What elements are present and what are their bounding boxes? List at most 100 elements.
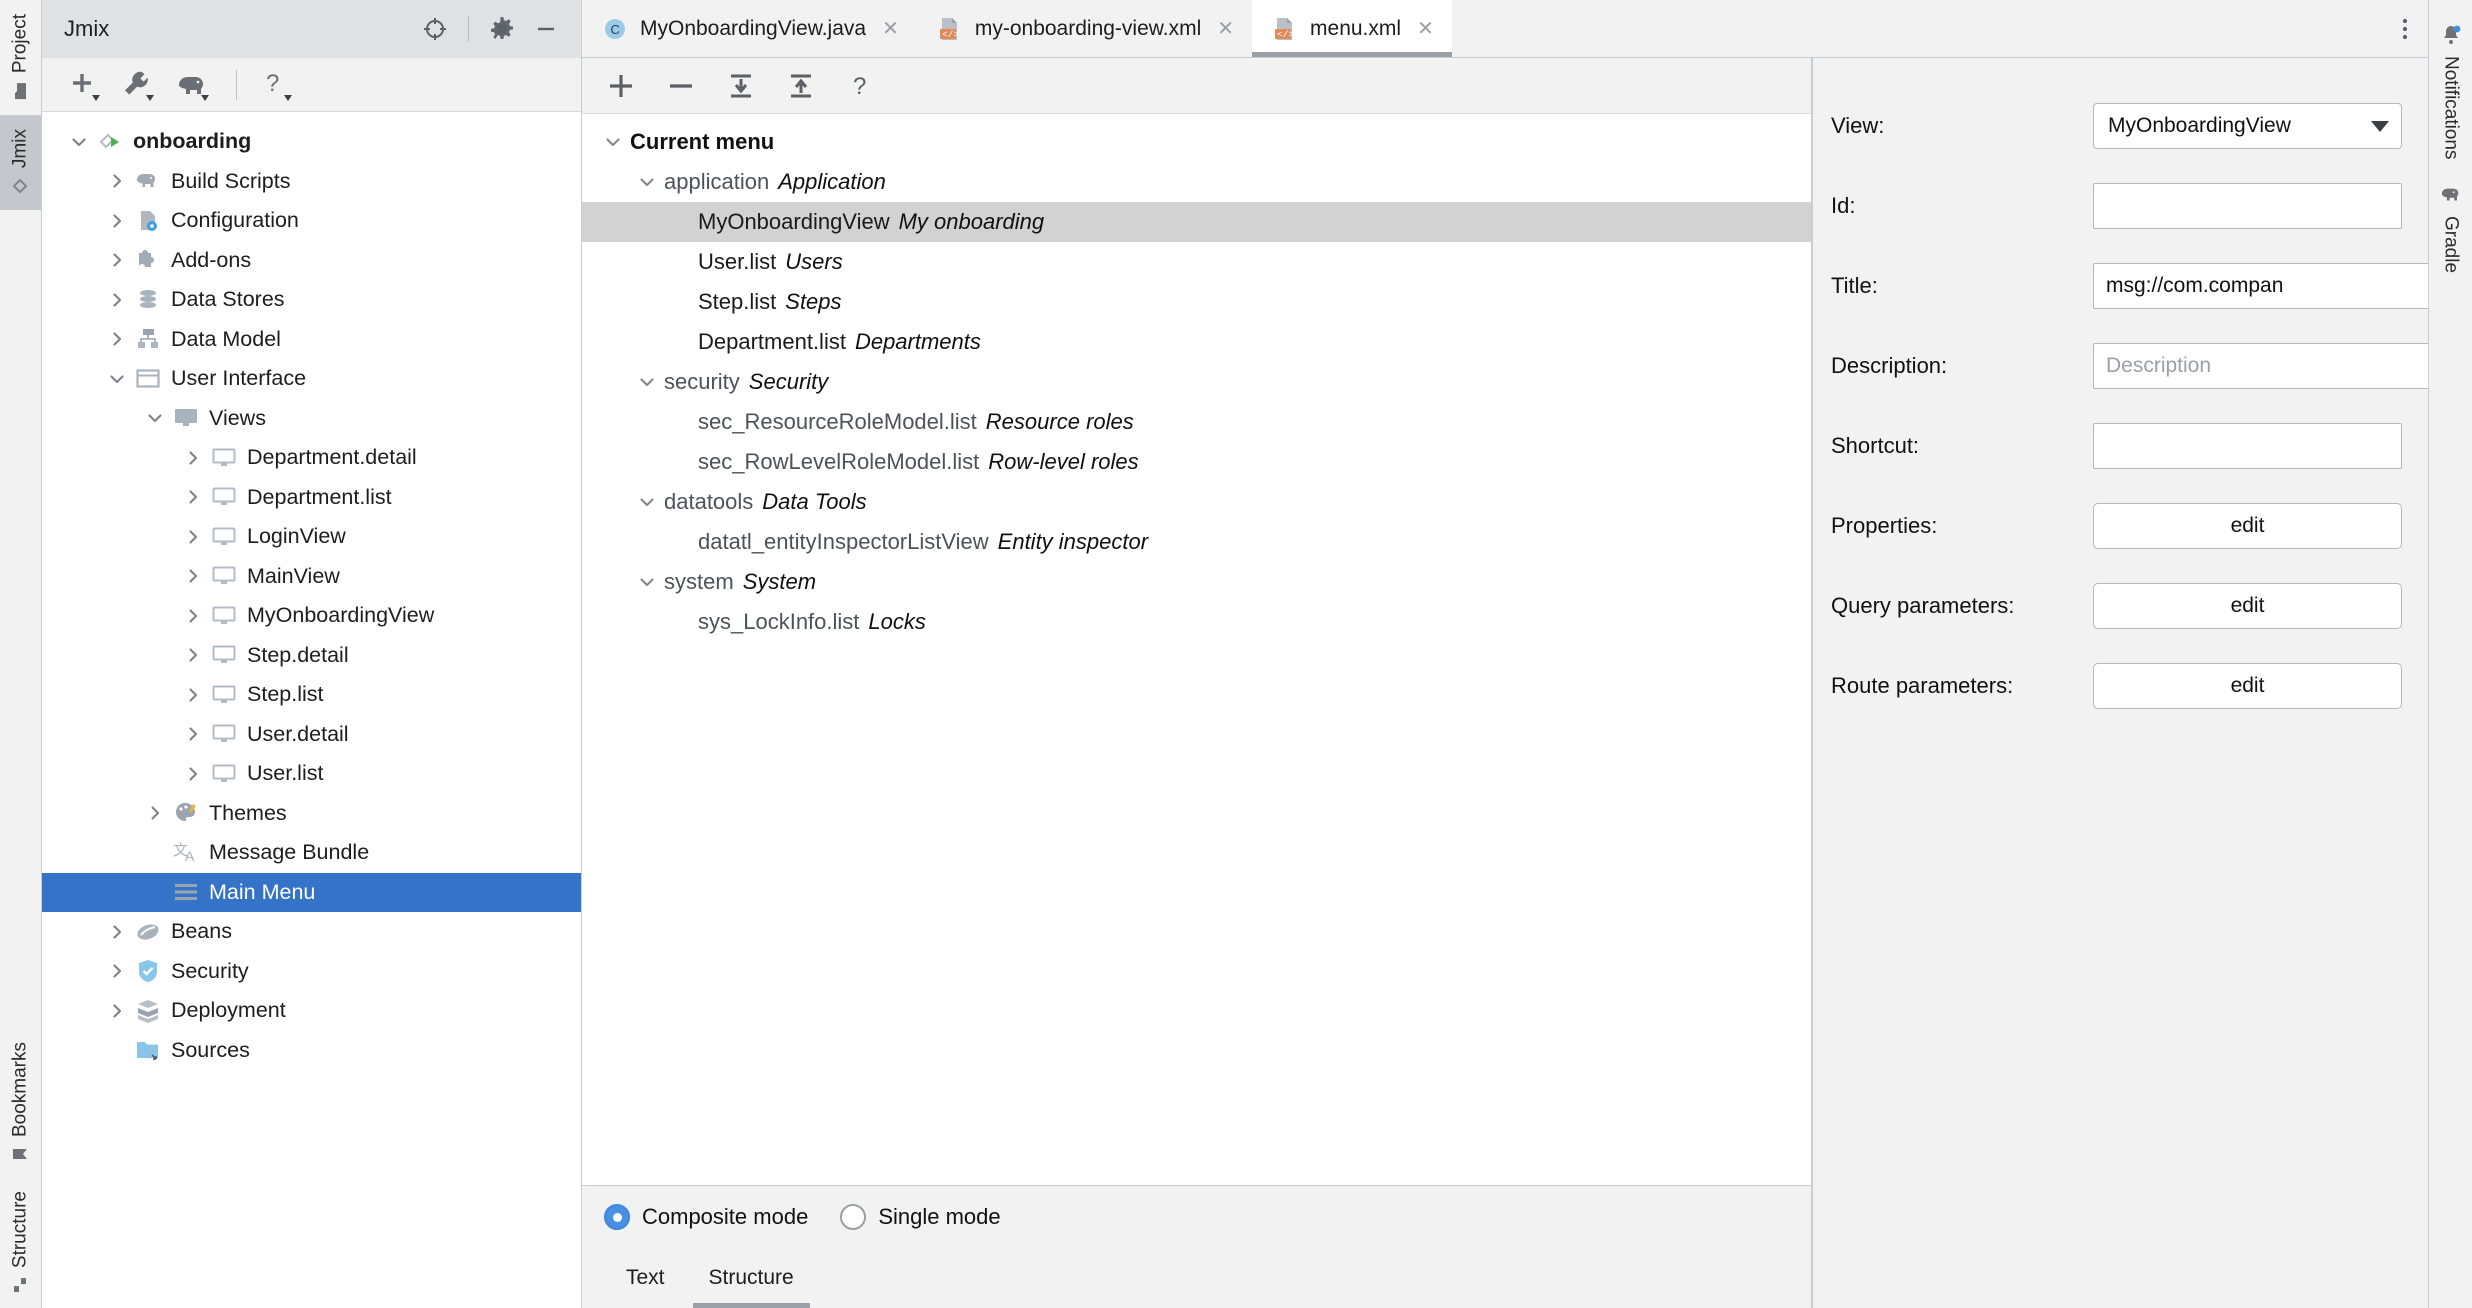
project-tree-item-beans[interactable]: Beans <box>42 912 581 952</box>
query-parameters-edit-button[interactable]: edit <box>2093 583 2402 629</box>
project-tree-item-sources[interactable]: Sources <box>42 1031 581 1071</box>
gradle-elephant-icon[interactable] <box>174 67 214 103</box>
move-down-icon[interactable] <box>724 69 758 103</box>
chevron-down-icon[interactable] <box>630 373 664 391</box>
project-tree-item-message-bundle[interactable]: 文AMessage Bundle <box>42 833 581 873</box>
chevron-right-icon[interactable] <box>102 172 132 190</box>
title-input[interactable]: msg://com.compan <box>2093 263 2431 309</box>
chevron-right-icon[interactable] <box>102 251 132 269</box>
menu-tree-item-sec-resourcerolemodel-list[interactable]: sec_ResourceRoleModel.listResource roles <box>582 402 1811 442</box>
description-input[interactable]: Description <box>2093 343 2431 389</box>
jmix-project-tree[interactable]: onboardingBuild ScriptsConfigurationAdd-… <box>42 112 581 1308</box>
stripe-item-bookmarks[interactable]: Bookmarks <box>0 1028 41 1177</box>
menu-tree-item-system[interactable]: systemSystem <box>582 562 1811 602</box>
locate-icon[interactable] <box>418 12 452 46</box>
gear-icon[interactable] <box>485 12 519 46</box>
project-tree-item-mainview[interactable]: MainView <box>42 557 581 597</box>
stripe-item-gradle[interactable]: Gradle <box>2440 172 2462 285</box>
chevron-right-icon[interactable] <box>102 291 132 309</box>
stripe-item-project[interactable]: Project <box>0 0 41 115</box>
project-tree-item-myonboardingview[interactable]: MyOnboardingView <box>42 596 581 636</box>
menu-tree-item-step-list[interactable]: Step.listSteps <box>582 282 1811 322</box>
menu-tree-item-security[interactable]: securitySecurity <box>582 362 1811 402</box>
add-icon[interactable] <box>604 69 638 103</box>
chevron-right-icon[interactable] <box>178 686 208 704</box>
project-tree-item-user-detail[interactable]: User.detail <box>42 715 581 755</box>
project-tree-item-loginview[interactable]: LoginView <box>42 517 581 557</box>
chevron-right-icon[interactable] <box>102 330 132 348</box>
close-icon[interactable]: ✕ <box>882 16 899 41</box>
chevron-right-icon[interactable] <box>178 488 208 506</box>
tab-text[interactable]: Text <box>604 1248 687 1308</box>
editor-tab-my-onboarding-view-xml[interactable]: </>my-onboarding-view.xml✕ <box>917 0 1252 57</box>
chevron-right-icon[interactable] <box>178 607 208 625</box>
chevron-down-icon[interactable] <box>140 409 170 427</box>
chevron-down-icon[interactable] <box>64 133 94 151</box>
stripe-item-jmix[interactable]: Jmix <box>0 115 41 210</box>
chevron-right-icon[interactable] <box>102 962 132 980</box>
editor-tab-myonboardingview-java[interactable]: CMyOnboardingView.java✕ <box>582 0 917 57</box>
project-tree-item-add-ons[interactable]: Add-ons <box>42 241 581 281</box>
chevron-right-icon[interactable] <box>140 804 170 822</box>
chevron-right-icon[interactable] <box>178 765 208 783</box>
project-tree-item-data-model[interactable]: Data Model <box>42 320 581 360</box>
chevron-down-icon[interactable] <box>630 573 664 591</box>
chevron-down-icon[interactable] <box>630 493 664 511</box>
editor-tab-menu-xml[interactable]: </>menu.xml✕ <box>1252 0 1452 57</box>
chevron-right-icon[interactable] <box>178 725 208 743</box>
menu-tree-item-current-menu[interactable]: Current menu <box>582 122 1811 162</box>
chevron-down-icon[interactable] <box>102 370 132 388</box>
chevron-right-icon[interactable] <box>102 923 132 941</box>
wrench-icon[interactable] <box>120 67 160 103</box>
menu-tree-item-sys-lockinfo-list[interactable]: sys_LockInfo.listLocks <box>582 602 1811 642</box>
project-tree-item-themes[interactable]: Themes <box>42 794 581 834</box>
project-tree-item-step-detail[interactable]: Step.detail <box>42 636 581 676</box>
project-tree-item-department-list[interactable]: Department.list <box>42 478 581 518</box>
menu-tree-item-user-list[interactable]: User.listUsers <box>582 242 1811 282</box>
project-tree-item-onboarding[interactable]: onboarding <box>42 122 581 162</box>
close-icon[interactable]: ✕ <box>1217 16 1234 41</box>
remove-icon[interactable] <box>664 69 698 103</box>
project-tree-item-data-stores[interactable]: Data Stores <box>42 280 581 320</box>
project-tree-item-security[interactable]: Security <box>42 952 581 992</box>
chevron-right-icon[interactable] <box>102 212 132 230</box>
project-tree-item-deployment[interactable]: Deployment <box>42 991 581 1031</box>
chevron-right-icon[interactable] <box>102 1002 132 1020</box>
menu-tree-item-datatools[interactable]: datatoolsData Tools <box>582 482 1811 522</box>
menu-tree-item-application[interactable]: applicationApplication <box>582 162 1811 202</box>
shortcut-input[interactable] <box>2093 423 2402 469</box>
close-icon[interactable]: ✕ <box>1417 16 1434 41</box>
help-icon[interactable]: ? <box>844 69 878 103</box>
project-tree-item-department-detail[interactable]: Department.detail <box>42 438 581 478</box>
menu-tree-item-myonboardingview[interactable]: MyOnboardingViewMy onboarding <box>582 202 1811 242</box>
project-tree-item-views[interactable]: Views <box>42 399 581 439</box>
chevron-right-icon[interactable] <box>178 449 208 467</box>
chevron-right-icon[interactable] <box>178 646 208 664</box>
view-combobox[interactable]: MyOnboardingView <box>2093 103 2402 149</box>
add-icon[interactable] <box>66 67 106 103</box>
menu-tree-item-department-list[interactable]: Department.listDepartments <box>582 322 1811 362</box>
more-options-icon[interactable] <box>2382 0 2428 57</box>
radio-single-mode[interactable]: Single mode <box>840 1204 1000 1230</box>
project-tree-item-step-list[interactable]: Step.list <box>42 675 581 715</box>
project-tree-item-configuration[interactable]: Configuration <box>42 201 581 241</box>
move-up-icon[interactable] <box>784 69 818 103</box>
menu-structure-tree[interactable]: Current menuapplicationApplicationMyOnbo… <box>582 114 1811 1186</box>
project-tree-item-user-list[interactable]: User.list <box>42 754 581 794</box>
id-input[interactable] <box>2093 183 2402 229</box>
project-tree-item-build-scripts[interactable]: Build Scripts <box>42 162 581 202</box>
project-tree-item-user-interface[interactable]: User Interface <box>42 359 581 399</box>
minimize-icon[interactable] <box>529 12 563 46</box>
help-icon[interactable]: ? <box>259 67 299 103</box>
chevron-down-icon[interactable] <box>596 133 630 151</box>
radio-composite-mode[interactable]: Composite mode <box>604 1204 808 1230</box>
route-parameters-edit-button[interactable]: edit <box>2093 663 2402 709</box>
project-tree-item-main-menu[interactable]: Main Menu <box>42 873 581 913</box>
menu-tree-item-datatl-entityinspectorlistview[interactable]: datatl_entityInspectorListViewEntity ins… <box>582 522 1811 562</box>
properties-edit-button[interactable]: edit <box>2093 503 2402 549</box>
chevron-right-icon[interactable] <box>178 567 208 585</box>
stripe-item-notifications[interactable]: Notifications <box>2440 12 2462 172</box>
chevron-right-icon[interactable] <box>178 528 208 546</box>
menu-tree-item-sec-rowlevelrolemodel-list[interactable]: sec_RowLevelRoleModel.listRow-level role… <box>582 442 1811 482</box>
chevron-down-icon[interactable] <box>630 173 664 191</box>
